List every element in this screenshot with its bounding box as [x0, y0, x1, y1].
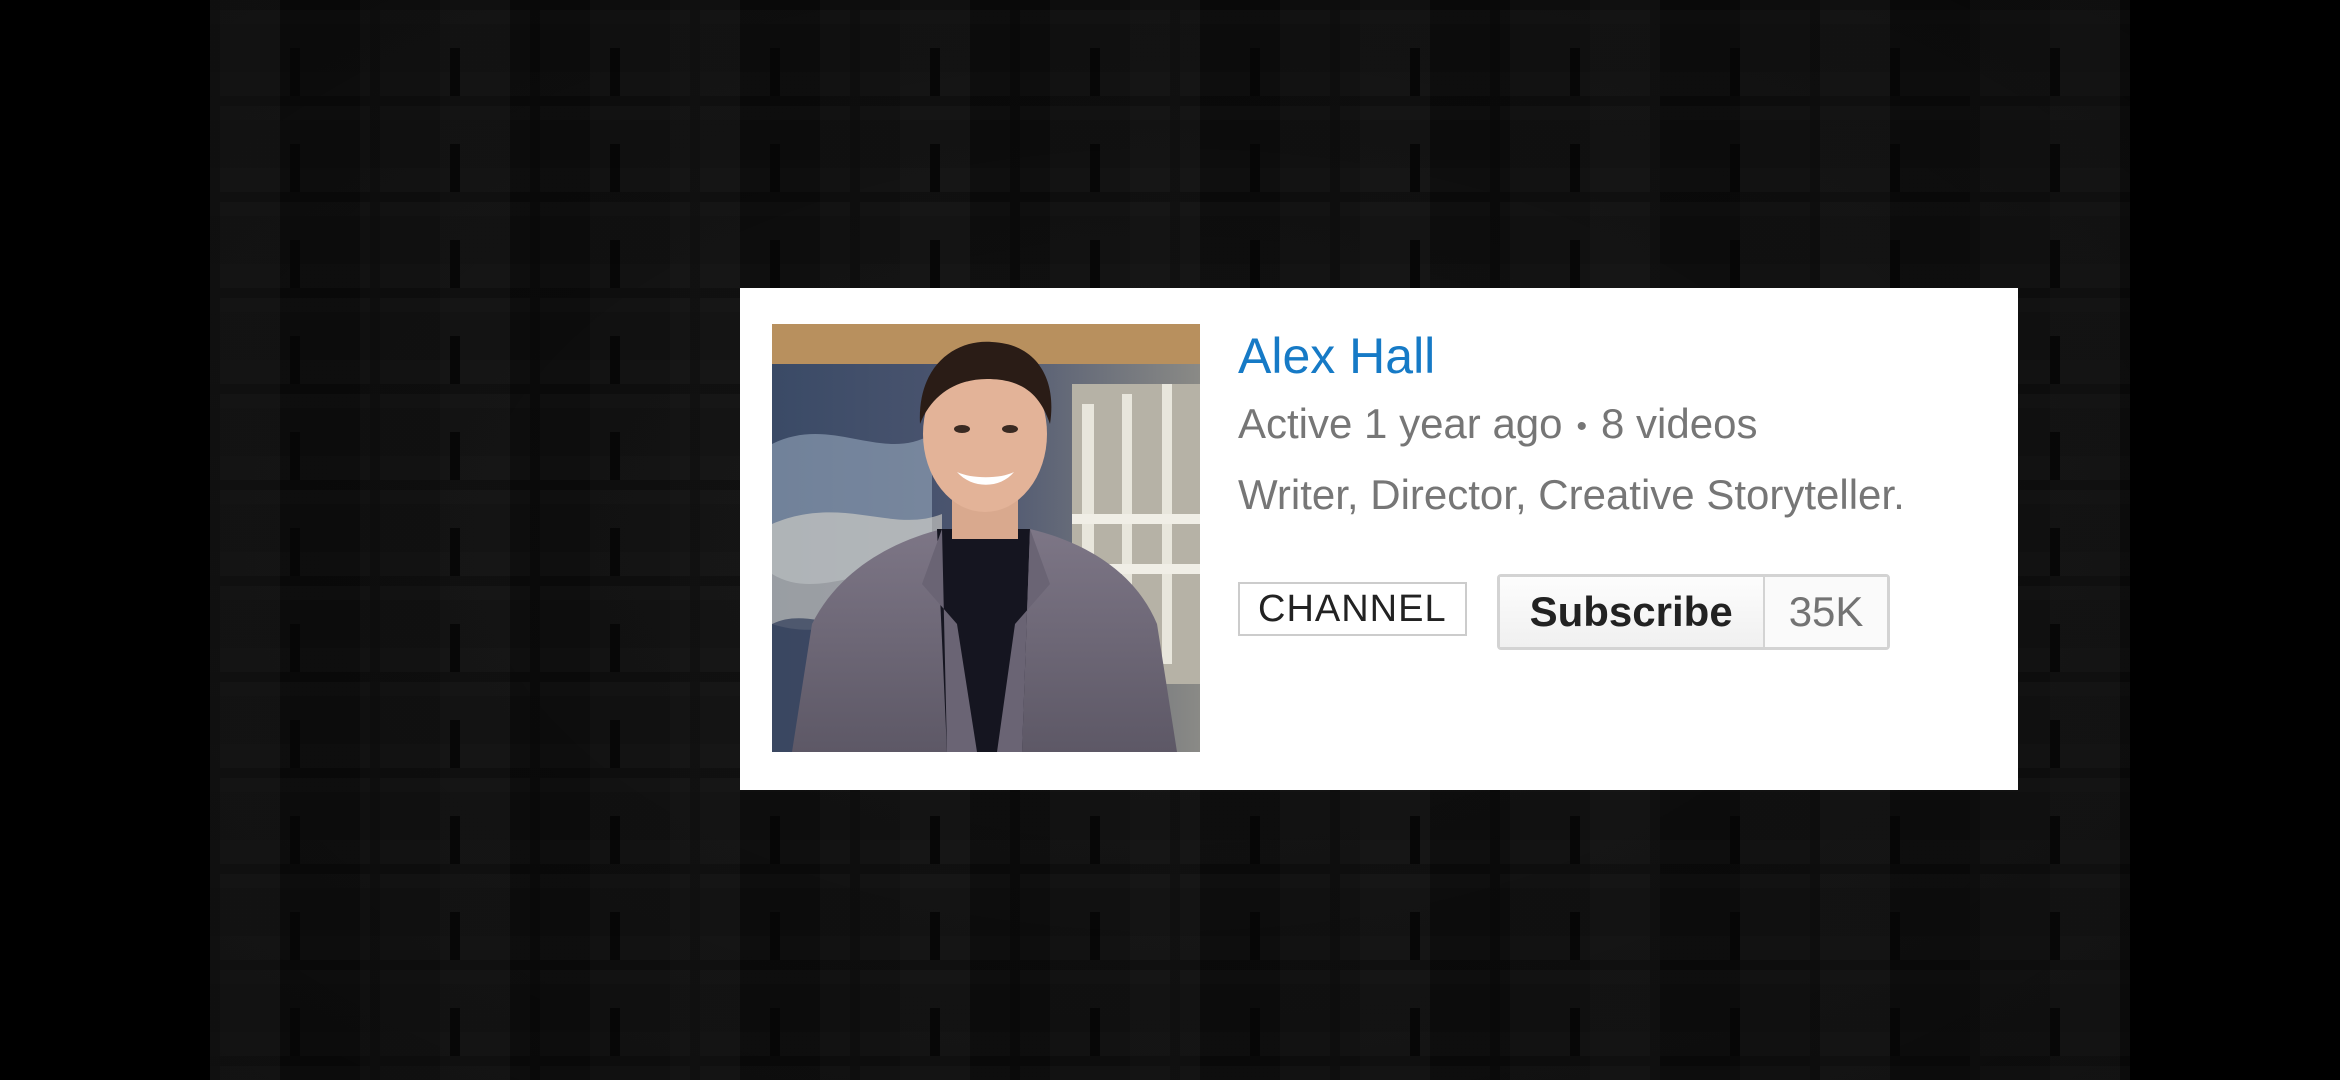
channel-name-link[interactable]: Alex Hall — [1238, 324, 1998, 388]
subscriber-count: 35K — [1764, 577, 1888, 647]
channel-info: Alex Hall Active 1 year ago • 8 videos Wri… — [1238, 324, 1998, 650]
channel-button[interactable]: CHANNEL — [1238, 582, 1467, 636]
screen: Alex Hall Active 1 year ago • 8 videos Wri… — [0, 0, 2340, 1080]
subscribe-button[interactable]: Subscribe — [1499, 577, 1765, 647]
subscribe-group: Subscribe 35K — [1496, 574, 1891, 650]
channel-avatar[interactable] — [772, 324, 1200, 752]
channel-actions: CHANNEL Subscribe 35K — [1238, 574, 1891, 650]
separator-dot: • — [1576, 409, 1588, 443]
activity-text: Active 1 year ago — [1238, 400, 1563, 447]
channel-description: Writer, Director, Creative Storyteller. — [1238, 470, 1905, 518]
video-count: 8 videos — [1601, 400, 1758, 447]
video-background: Alex Hall Active 1 year ago • 8 videos Wri… — [210, 0, 2130, 1080]
channel-meta: Active 1 year ago • 8 videos — [1238, 396, 1998, 455]
channel-card: Alex Hall Active 1 year ago • 8 videos Wri… — [740, 288, 2018, 790]
